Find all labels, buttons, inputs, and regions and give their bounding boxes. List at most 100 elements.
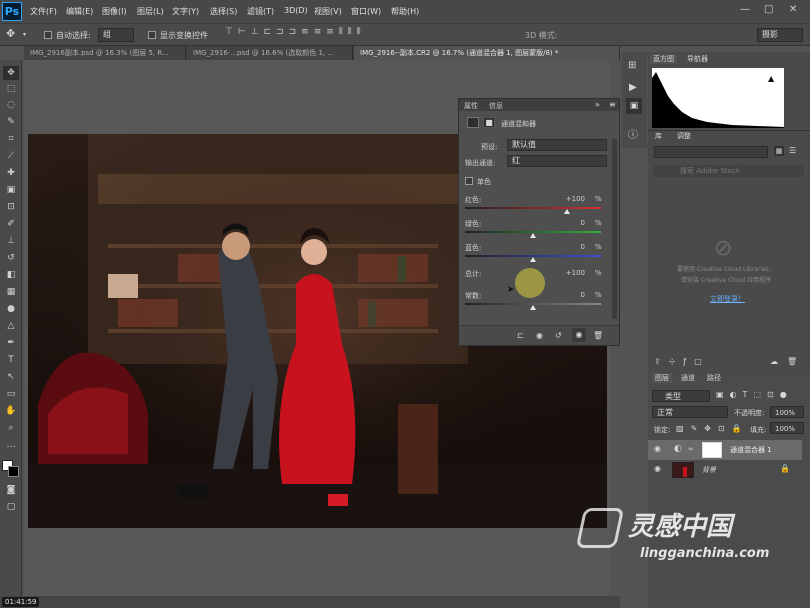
menu-view[interactable]: 视图(V) [314, 6, 342, 17]
tab-adjust[interactable]: 调整 [674, 131, 694, 141]
type-tool-icon[interactable]: T [3, 353, 19, 367]
filter-toggle-icon[interactable]: ● [780, 390, 787, 399]
visibility-icon[interactable]: ◉ [572, 328, 586, 342]
stamp-tool-icon[interactable]: ⊡ [3, 200, 19, 214]
type-filter-icon[interactable]: T [743, 390, 748, 399]
list-view-icon[interactable]: ☰ [789, 146, 796, 155]
tab-histogram[interactable]: 直方图 [650, 54, 677, 64]
align-right-icon[interactable]: ⊐ [289, 27, 297, 43]
quick-select-tool-icon[interactable]: ✎ [3, 115, 19, 129]
distribute-hcenter-icon[interactable]: ⦀ [348, 27, 352, 43]
shape-tool-icon[interactable]: ▭ [3, 387, 19, 401]
menu-file[interactable]: 文件(F) [30, 6, 57, 17]
quick-mask-icon[interactable]: ◙ [3, 483, 19, 497]
clone-stamp-icon[interactable]: ⊥ [3, 234, 19, 248]
eraser-tool-icon[interactable]: ◧ [3, 268, 19, 282]
healing-brush-icon[interactable]: ✚ [3, 166, 19, 180]
slider-value[interactable]: 0 [555, 243, 585, 251]
menu-window[interactable]: 窗口(W) [351, 6, 381, 17]
blur-tool-icon[interactable]: ● [3, 302, 19, 316]
document-tab-active[interactable]: IMG_2916--副本.CR2 @ 16.7% (通道混合器 1, 图层蒙版/… [354, 46, 620, 60]
eyedropper-tool-icon[interactable]: ⟋ [3, 149, 19, 163]
layer-row[interactable]: ◉ 背景 🔒 [648, 460, 802, 480]
lock-pixels-icon[interactable]: ✎ [691, 424, 698, 433]
blend-mode-dropdown[interactable]: 正常 [652, 406, 728, 418]
smart-filter-icon[interactable]: ⊡ [767, 390, 774, 399]
tab-paths[interactable]: 路径 [704, 373, 724, 383]
lock-transparent-icon[interactable]: ▨ [676, 424, 684, 433]
menu-select[interactable]: 选择(S) [210, 6, 237, 17]
slider-knob[interactable] [530, 233, 536, 238]
align-vcenter-icon[interactable]: ⊢ [238, 27, 246, 43]
warning-icon[interactable]: ▲ [768, 74, 774, 83]
auto-select-dropdown[interactable]: 组 [98, 28, 134, 42]
align-top-icon[interactable]: ⊤ [225, 27, 233, 43]
menu-3d[interactable]: 3D(D) [284, 6, 308, 15]
slider-knob[interactable] [564, 209, 570, 214]
lock-position-icon[interactable]: ✥ [704, 424, 711, 433]
slider-knob[interactable] [530, 305, 536, 310]
clip-to-layer-icon[interactable]: ⊏ [517, 331, 524, 340]
menu-filter[interactable]: 滤镜(T) [247, 6, 274, 17]
preset-dropdown[interactable]: 默认值 [507, 139, 607, 151]
distribute-vcenter-icon[interactable]: ≡ [314, 27, 322, 43]
play-icon[interactable]: ▶ [629, 82, 637, 93]
link-icon[interactable]: ∞ [688, 445, 694, 453]
eye-icon[interactable]: ◉ [654, 444, 661, 453]
gradient-tool-icon[interactable]: ▦ [3, 285, 19, 299]
layer-kind-dropdown[interactable]: 类型 [652, 390, 710, 402]
sync-icon[interactable]: ☁ [770, 357, 778, 366]
path-select-icon[interactable]: ↖ [3, 370, 19, 384]
workspace-dropdown[interactable]: 摄影 [757, 28, 803, 42]
monochrome-checkbox[interactable] [465, 177, 473, 185]
trash-icon[interactable]: 🗑 [787, 357, 797, 366]
properties-scrollbar[interactable] [612, 139, 617, 319]
layer-mask-thumb[interactable] [702, 442, 722, 458]
minimize-button[interactable]: — [740, 4, 750, 15]
distribute-right-icon[interactable]: ⦀ [357, 27, 361, 43]
background-color-swatch[interactable] [8, 466, 19, 477]
tab-navigator[interactable]: 导航器 [684, 54, 711, 64]
screen-mode-icon[interactable]: ▢ [3, 500, 19, 514]
lock-artboard-icon[interactable]: ⊡ [718, 424, 725, 433]
close-button[interactable]: ✕ [789, 4, 797, 15]
tab-channels[interactable]: 通道 [678, 373, 698, 383]
distribute-bottom-icon[interactable]: ≡ [326, 27, 334, 43]
menu-edit[interactable]: 编辑(E) [66, 6, 93, 17]
eye-icon[interactable]: ◉ [654, 464, 661, 473]
grid-view-icon[interactable]: ▦ [774, 146, 784, 156]
output-channel-dropdown[interactable]: 红 [507, 155, 607, 167]
slider-value[interactable]: +100 [555, 195, 585, 203]
pen-tool-icon[interactable]: ✒ [3, 336, 19, 350]
adjustments-icon[interactable]: ▣ [626, 98, 642, 114]
align-left-icon[interactable]: ⊏ [264, 27, 272, 43]
tab-layers[interactable]: 图层 [652, 373, 672, 383]
more-tools-icon[interactable]: … [3, 438, 19, 452]
panel-menu-icon[interactable]: ≡ [609, 100, 616, 109]
adjust-filter-icon[interactable]: ◐ [730, 390, 737, 399]
slider-track[interactable] [465, 207, 601, 209]
opacity-input[interactable]: 100% [770, 406, 804, 418]
document-tab[interactable]: IMG_2916-...psd @ 16.6% (选取颜色 1, ... [187, 46, 353, 60]
tab-library[interactable]: 库 [652, 131, 665, 141]
layer-name[interactable]: 背景 [702, 465, 716, 475]
add-graphic-icon[interactable]: ⊹ [669, 357, 676, 366]
align-bottom-icon[interactable]: ⊥ [251, 27, 259, 43]
auto-select-checkbox[interactable] [44, 31, 52, 39]
distribute-left-icon[interactable]: ⦀ [339, 27, 343, 43]
zoom-tool-icon[interactable]: ⌕ [3, 421, 19, 435]
delete-icon[interactable]: 🗑 [593, 331, 603, 340]
slider-value[interactable]: 0 [555, 219, 585, 227]
history-icon[interactable]: ⊞ [628, 60, 636, 71]
slider-value[interactable]: 0 [555, 291, 585, 299]
tab-info[interactable]: 信息 [489, 101, 503, 111]
show-transform-checkbox[interactable] [148, 31, 156, 39]
menu-layer[interactable]: 图层(L) [137, 6, 164, 17]
upload-icon[interactable]: ⇪ [654, 357, 661, 366]
info-icon[interactable]: ⓘ [628, 126, 638, 141]
distribute-top-icon[interactable]: ≡ [301, 27, 309, 43]
maximize-button[interactable]: □ [764, 4, 773, 15]
menu-help[interactable]: 帮助(H) [391, 6, 419, 17]
document-tab[interactable]: IMG_2916副本.psd @ 16.3% (图层 5, R... [24, 46, 186, 60]
menu-type[interactable]: 文字(Y) [172, 6, 199, 17]
